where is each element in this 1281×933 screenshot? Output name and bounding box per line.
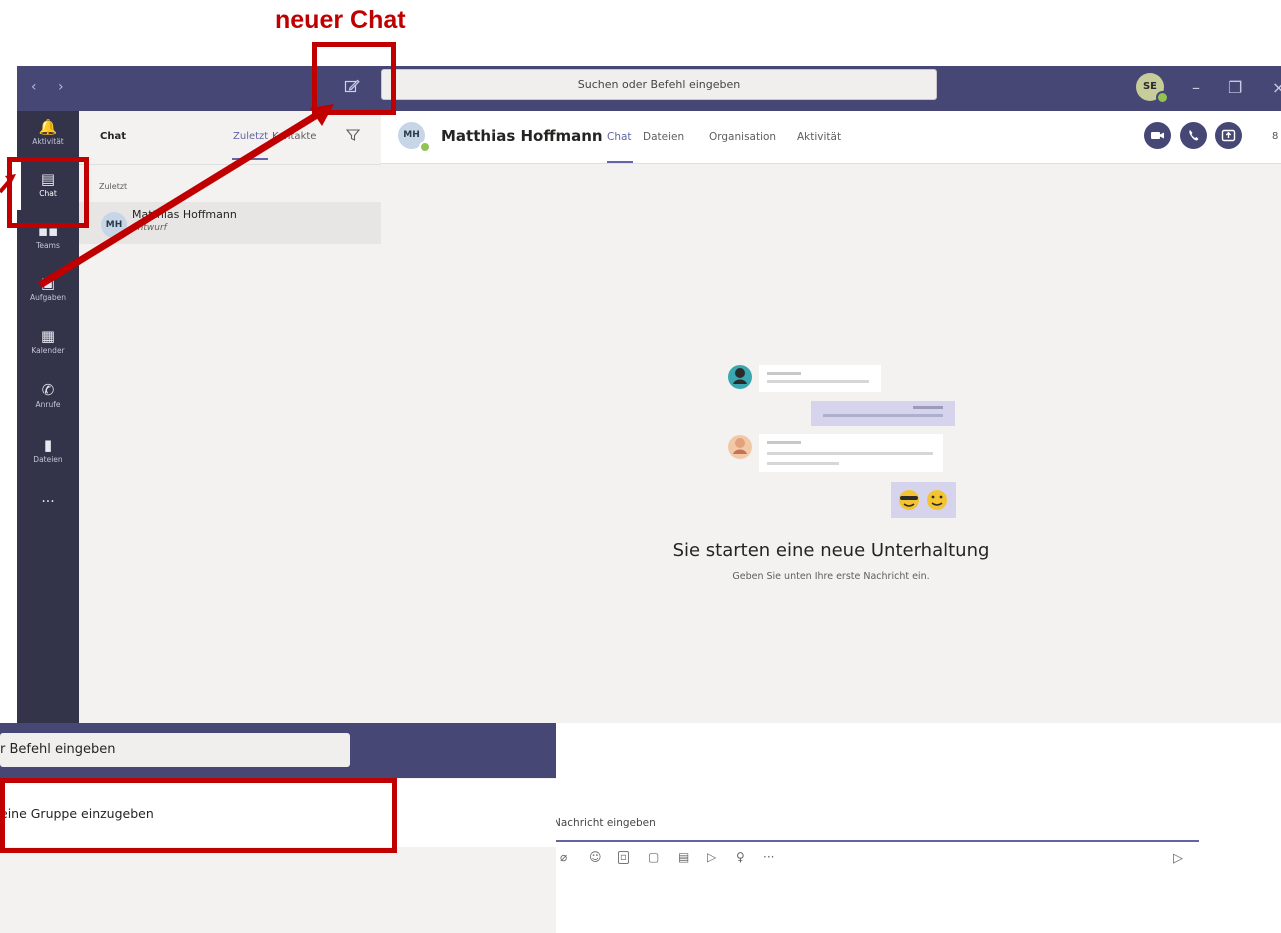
rail-item-label: Dateien bbox=[33, 455, 63, 464]
rail-item-label: Anrufe bbox=[35, 400, 61, 409]
active-tab-indicator bbox=[607, 161, 633, 163]
send-icon[interactable]: ▷ bbox=[1173, 851, 1183, 866]
more-icon[interactable]: ··· bbox=[763, 850, 774, 864]
tab-files[interactable]: Dateien bbox=[643, 131, 684, 143]
praise-icon[interactable]: ♀ bbox=[736, 850, 745, 864]
paperclip-icon[interactable]: ⌀ bbox=[560, 850, 567, 864]
share-screen-button[interactable] bbox=[1215, 122, 1242, 149]
calendar-icon: ▦ bbox=[40, 327, 56, 345]
share-screen-icon bbox=[1221, 129, 1236, 142]
emoji-icon[interactable]: ☺ bbox=[589, 850, 602, 864]
rail-item-calendar[interactable]: ▦ Kalender bbox=[17, 328, 79, 355]
meeting-icon[interactable]: ▤ bbox=[678, 850, 689, 864]
tab-organization[interactable]: Organisation bbox=[709, 131, 776, 143]
inset-search-input[interactable]: r Befehl eingeben bbox=[0, 733, 350, 767]
gif-icon[interactable]: ▫ bbox=[618, 851, 629, 864]
annotation-arrows bbox=[0, 104, 334, 288]
presence-indicator bbox=[419, 141, 431, 153]
annotation-label: neuer Chat bbox=[275, 6, 406, 34]
empty-state-subtitle: Geben Sie unten Ihre erste Nachricht ein… bbox=[732, 571, 930, 582]
video-icon bbox=[1151, 132, 1164, 139]
audio-call-button[interactable] bbox=[1180, 122, 1207, 149]
presence-indicator bbox=[1156, 91, 1169, 104]
rail-item-label: Kalender bbox=[31, 346, 65, 355]
stream-icon[interactable]: ▷ bbox=[707, 850, 716, 864]
tab-activity[interactable]: Aktivität bbox=[797, 131, 841, 143]
conversation-illustration bbox=[728, 365, 956, 518]
annotation-box-recipient bbox=[0, 778, 397, 853]
message-input[interactable]: Nachricht eingeben bbox=[553, 804, 1199, 842]
empty-state-title: Sie starten eine neue Unterhaltung bbox=[672, 540, 990, 561]
minimize-button[interactable]: – bbox=[1192, 78, 1200, 97]
close-button[interactable]: × bbox=[1272, 78, 1281, 97]
more-apps-button[interactable]: ··· bbox=[17, 494, 79, 510]
rail-item-calls[interactable]: ✆ Anrufe bbox=[17, 382, 79, 409]
phone-icon bbox=[1189, 130, 1199, 141]
file-icon: ▮ bbox=[43, 436, 53, 454]
phone-icon: ✆ bbox=[41, 381, 55, 399]
sticker-icon[interactable]: ▢ bbox=[648, 850, 659, 864]
video-call-button[interactable] bbox=[1144, 122, 1171, 149]
search-input[interactable]: Suchen oder Befehl eingeben bbox=[381, 69, 937, 100]
rail-item-files[interactable]: ▮ Dateien bbox=[17, 437, 79, 464]
contact-name: Matthias Hoffmann bbox=[441, 127, 603, 145]
tab-chat[interactable]: Chat bbox=[607, 131, 632, 143]
restore-button[interactable]: ❐ bbox=[1228, 78, 1242, 97]
participants-count[interactable]: 8 bbox=[1272, 131, 1278, 142]
